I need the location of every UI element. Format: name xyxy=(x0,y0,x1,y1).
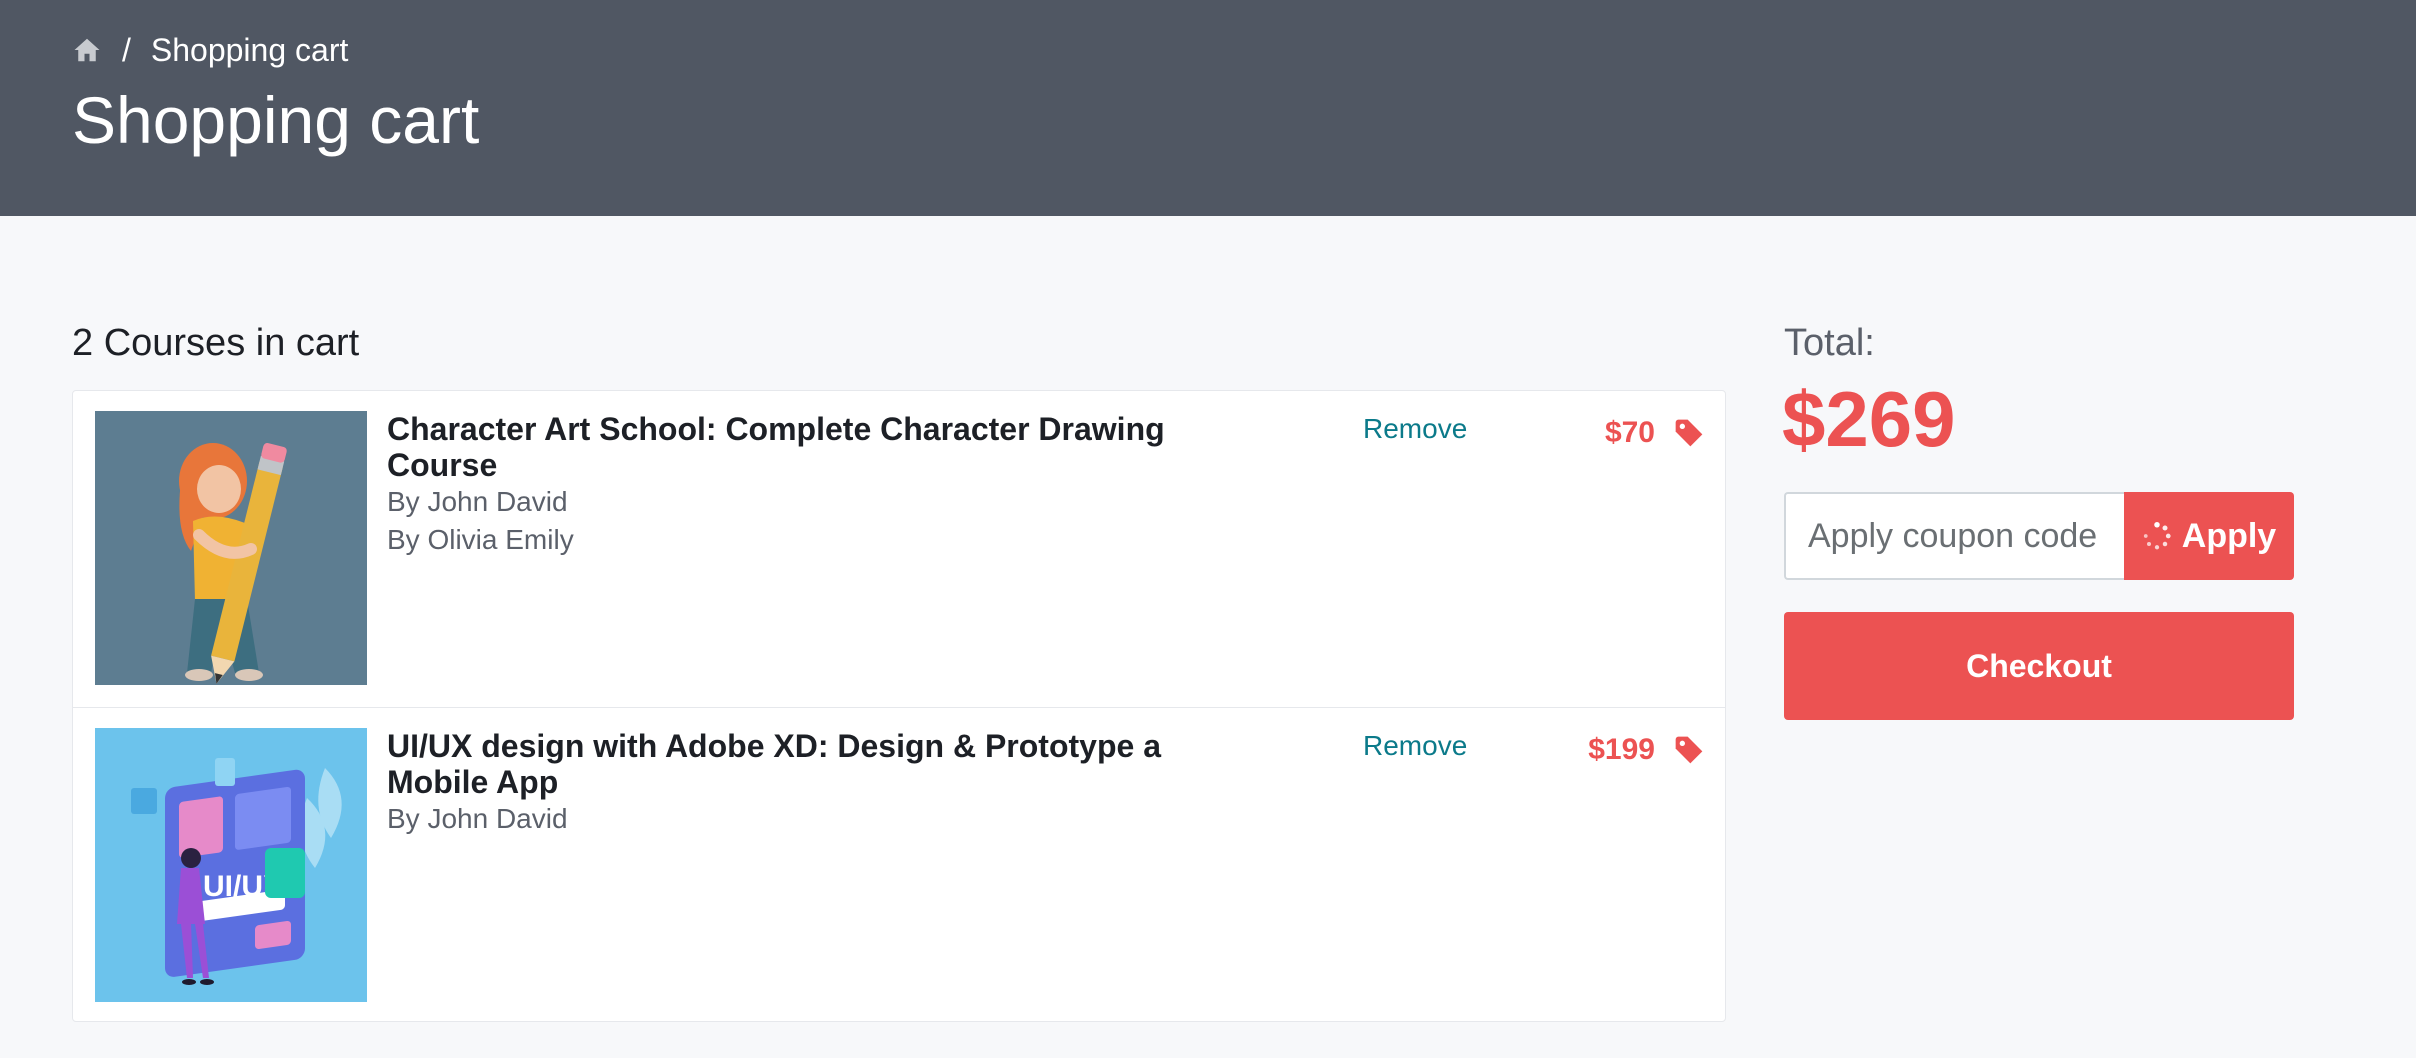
course-author: By John David xyxy=(387,803,568,834)
total-label: Total: xyxy=(1784,322,1875,364)
cart-item: Character Art School: Complete Character… xyxy=(73,391,1725,707)
remove-button[interactable]: Remove xyxy=(1363,728,1467,764)
page-title: Shopping cart xyxy=(72,83,480,157)
spinner-icon xyxy=(2143,522,2171,550)
coupon-form: Apply xyxy=(1784,492,2294,580)
course-price: $199 xyxy=(1588,733,1655,766)
course-thumbnail[interactable] xyxy=(95,411,367,685)
price-tag-icon xyxy=(1675,419,1703,447)
breadcrumb-separator: / xyxy=(122,31,131,68)
course-title[interactable]: UI/UX design with Adobe XD: Design & Pro… xyxy=(387,728,1187,800)
cart-list: Character Art School: Complete Character… xyxy=(72,390,1726,1022)
ui-ux-illustration: UI/UX xyxy=(95,728,367,1002)
price-tag-icon xyxy=(1675,736,1703,764)
girl-with-pencil-illustration xyxy=(95,411,367,685)
breadcrumb-current: Shopping cart xyxy=(150,31,349,68)
course-thumbnail[interactable]: UI/UX xyxy=(95,728,367,1002)
course-title[interactable]: Character Art School: Complete Character… xyxy=(387,411,1187,483)
breadcrumb: / Shopping cart xyxy=(72,30,348,70)
apply-button-label: Apply xyxy=(2181,516,2277,555)
total-amount: $269 xyxy=(1782,375,1956,463)
course-author: By Olivia Emily xyxy=(387,524,574,555)
coupon-input[interactable] xyxy=(1784,492,2124,580)
checkout-button[interactable]: Checkout xyxy=(1784,612,2294,720)
apply-coupon-button[interactable]: Apply xyxy=(2124,492,2294,580)
course-author: By John David xyxy=(387,486,568,517)
cart-item: UI/UX UI/UX design with Adobe XD: Design… xyxy=(73,707,1725,1023)
course-price: $70 xyxy=(1604,416,1655,449)
cart-count-heading: 2 Courses in cart xyxy=(72,322,360,364)
home-icon[interactable] xyxy=(72,35,102,65)
page-header: / Shopping cart Shopping cart xyxy=(0,0,2416,216)
remove-button[interactable]: Remove xyxy=(1363,411,1467,447)
